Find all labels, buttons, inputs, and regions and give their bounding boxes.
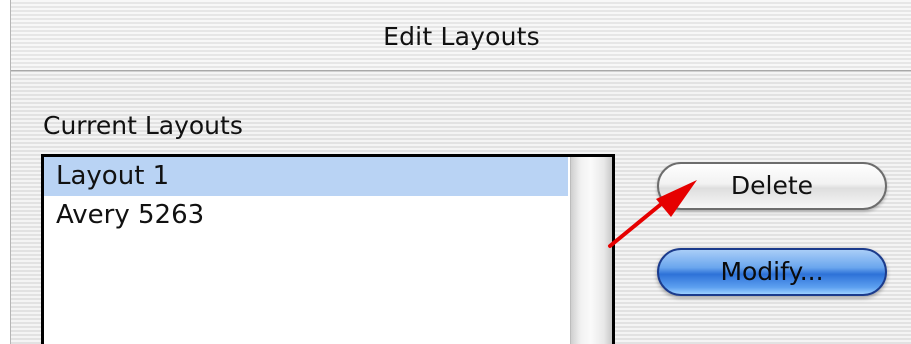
layouts-list-items: Layout 1 Avery 5263 bbox=[44, 157, 568, 235]
list-scrollbar[interactable] bbox=[570, 157, 612, 344]
delete-button[interactable]: Delete bbox=[657, 162, 887, 210]
layouts-list[interactable]: Layout 1 Avery 5263 bbox=[41, 154, 615, 344]
list-item-layout-1[interactable]: Layout 1 bbox=[44, 157, 568, 196]
current-layouts-label: Current Layouts bbox=[43, 111, 243, 140]
window-title: Edit Layouts bbox=[383, 22, 540, 51]
modify-button[interactable]: Modify... bbox=[657, 248, 887, 296]
list-item-avery-5263[interactable]: Avery 5263 bbox=[44, 196, 568, 235]
title-bar[interactable]: Edit Layouts bbox=[11, 0, 911, 71]
edit-layouts-dialog: Edit Layouts Current Layouts Layout 1 Av… bbox=[10, 0, 911, 344]
